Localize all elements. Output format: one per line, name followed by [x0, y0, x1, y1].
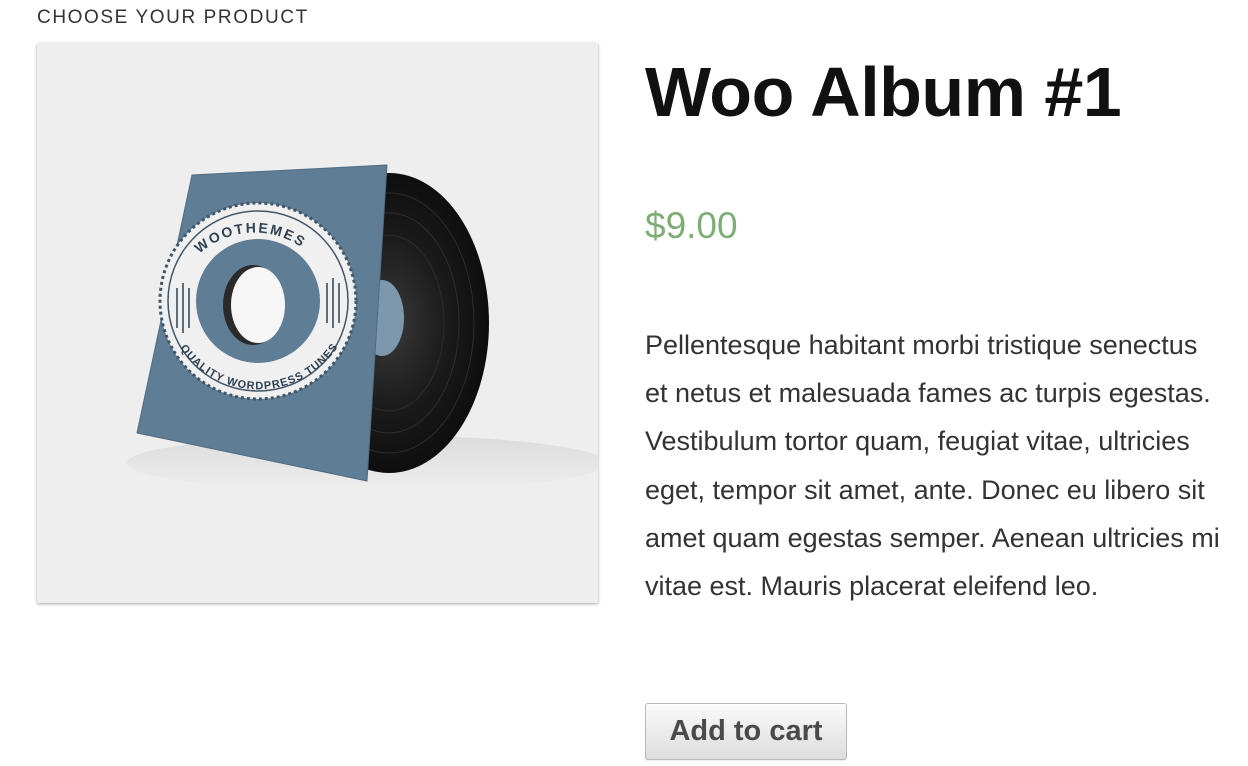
album-sleeve: WOOTHEMES QUALITY WORDPRESS TUNES [136, 164, 388, 482]
product-price: $9.00 [645, 205, 738, 246]
section-label: CHOOSE YOUR PRODUCT [37, 7, 309, 28]
album-cover-illustration: WOOTHEMES QUALITY WORDPRESS TUNES [127, 164, 598, 491]
product-title: Woo Album #1 [645, 53, 1122, 131]
add-to-cart-button[interactable]: Add to cart [645, 703, 847, 760]
product-description: Pellentesque habitant morbi tristique se… [645, 330, 1220, 602]
product-image[interactable]: WOOTHEMES QUALITY WORDPRESS TUNES [37, 43, 598, 603]
